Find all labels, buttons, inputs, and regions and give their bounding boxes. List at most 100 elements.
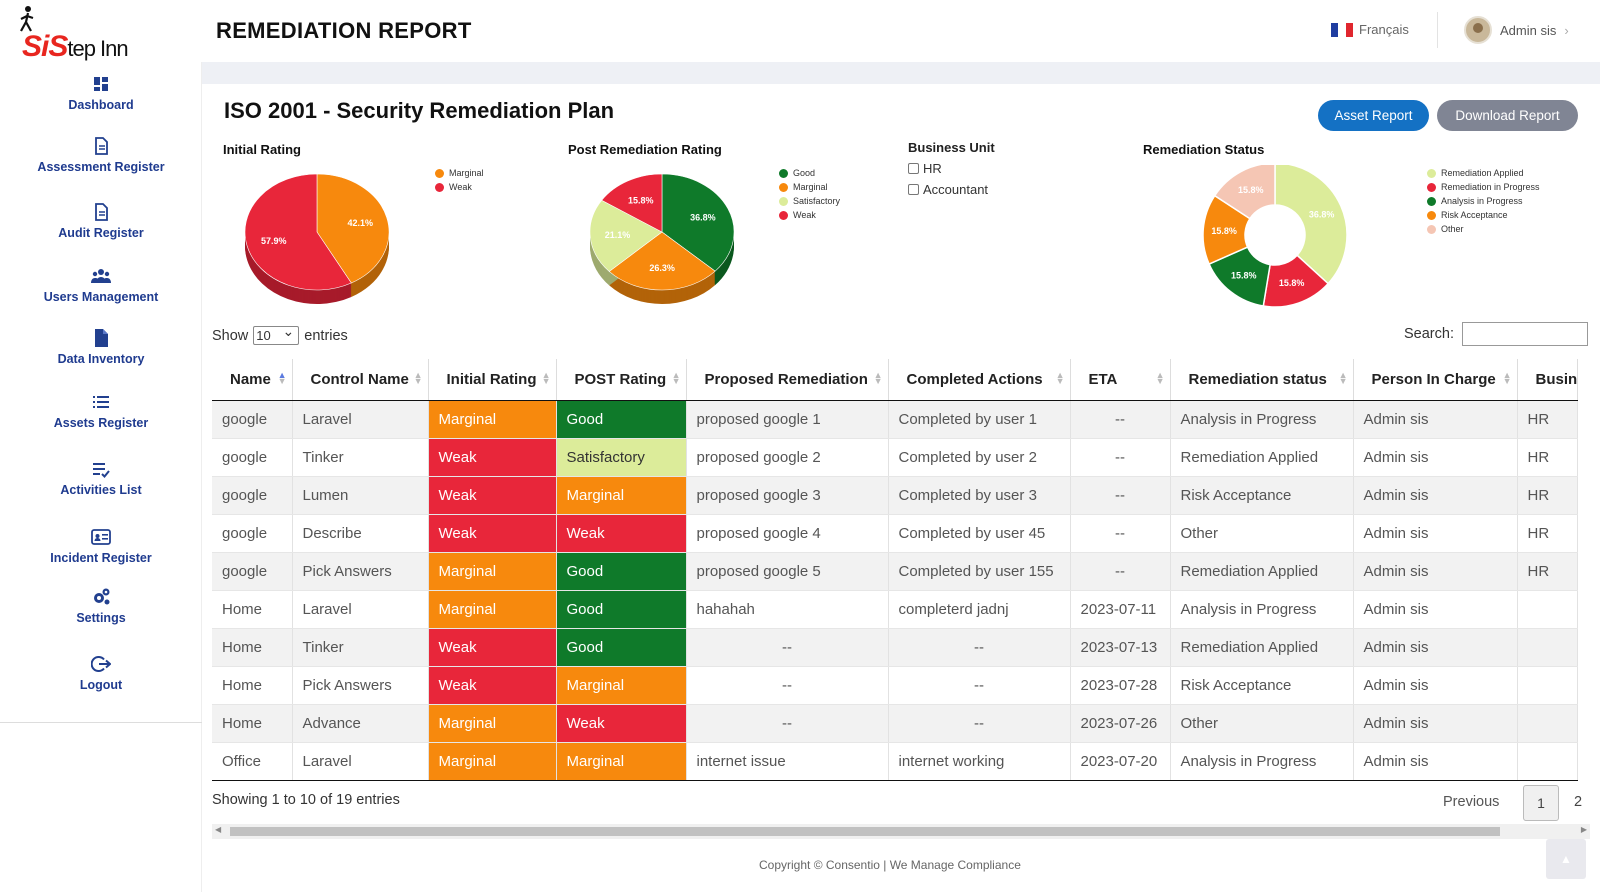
table-cell: Weak: [428, 666, 557, 705]
legend-item[interactable]: Weak: [779, 208, 840, 222]
legend-item[interactable]: Weak: [435, 180, 484, 194]
legend-color-dot: [779, 182, 788, 192]
page-2-button[interactable]: 2: [1574, 794, 1582, 810]
table-cell: Marginal: [428, 400, 557, 439]
legend-item[interactable]: Remediation Applied: [1427, 166, 1540, 180]
remediation-table: Name ▲ ▼ Control Name ▲ ▼ Initial Rating ▲ ▼ POST…: [212, 359, 1579, 781]
search-input[interactable]: [1461, 322, 1588, 346]
legend-item[interactable]: Marginal: [435, 166, 484, 180]
legend-remediation-status: Remediation Applied Remediation in Progre…: [1427, 166, 1540, 236]
legend-color-dot: [779, 196, 788, 206]
legend-item[interactable]: Marginal: [779, 180, 840, 194]
table-row[interactable]: Home Advance Marginal Weak -- -- 2023-07-26 Oth…: [212, 704, 1579, 743]
slice-data-label: 36.8%: [690, 213, 716, 223]
table-cell: Completed by user 155: [888, 552, 1071, 591]
legend-label: Risk Acceptance: [1441, 210, 1508, 220]
donut-chart-remediation-status: 36.8% 15.8% 15.8% 15.8% 15.8%: [1202, 165, 1348, 308]
legend-color-dot: [1427, 196, 1436, 206]
table-cell: --: [888, 628, 1071, 667]
scroll-left-icon[interactable]: ◀: [215, 825, 221, 834]
business-unit-option-accountant[interactable]: Accountant: [908, 182, 995, 197]
sidebar-item-dashboard[interactable]: Dashboard: [0, 74, 202, 112]
table-cell: HR: [1517, 438, 1579, 477]
table-cell: internet issue: [686, 742, 889, 781]
user-name: Admin sis: [1500, 22, 1557, 38]
table-row[interactable]: google Describe Weak Weak proposed google 4C…: [212, 514, 1579, 553]
sidebar-item-label: Settings: [76, 611, 126, 625]
column-header[interactable]: Name ▲ ▼: [212, 359, 293, 401]
table-row[interactable]: Home Tinker Weak Good -- -- 2023-07-13 Remediat…: [212, 628, 1579, 667]
table-cell: [1517, 704, 1579, 743]
scroll-right-icon[interactable]: ▶: [1581, 825, 1587, 834]
entries-select[interactable]: 10: [253, 323, 300, 345]
column-header-label: Remediation status: [1188, 370, 1327, 388]
sort-icon: ▲ ▼: [1338, 370, 1348, 386]
checkbox[interactable]: [908, 184, 919, 195]
business-unit-option-hr[interactable]: HR: [908, 161, 995, 176]
sidebar-item-label: Audit Register: [58, 226, 144, 240]
sidebar-item-label: Activities List: [60, 483, 142, 497]
horizontal-scrollbar[interactable]: ◀ ▶: [212, 824, 1590, 839]
logo[interactable]: SiStep Inn Solution: [10, 4, 195, 89]
previous-page-button[interactable]: Previous: [1443, 794, 1499, 810]
sidebar-item-assessment-register[interactable]: Assessment Register: [0, 136, 202, 174]
table-cell: Completed by user 3: [888, 476, 1071, 515]
column-header[interactable]: Completed Actions ▲ ▼: [888, 359, 1071, 401]
download-report-button[interactable]: Download Report: [1437, 100, 1578, 131]
table-row[interactable]: Office Laravel Marginal Marginal internet is…: [212, 742, 1579, 781]
checkbox[interactable]: [908, 163, 919, 174]
table-cell: Admin sis: [1353, 400, 1518, 439]
column-header[interactable]: Control Name ▲ ▼: [292, 359, 429, 401]
legend-label: Weak: [793, 210, 816, 220]
table-cell: --: [1070, 476, 1171, 515]
legend-item[interactable]: Analysis in Progress: [1427, 194, 1540, 208]
scrollbar-thumb[interactable]: [230, 827, 1500, 836]
sort-icon: ▲ ▼: [1055, 370, 1065, 386]
sidebar-item-activities-list[interactable]: Activities List: [0, 459, 202, 497]
sidebar-item-assets-register[interactable]: Assets Register: [0, 392, 202, 430]
table-cell: Good: [556, 628, 687, 667]
table-cell: 2023-07-26: [1070, 704, 1171, 743]
user-menu[interactable]: Admin sis ›: [1464, 16, 1569, 44]
column-header[interactable]: Initial Rating ▲ ▼: [428, 359, 557, 401]
table-row[interactable]: google Tinker Weak Satisfactory proposed goo…: [212, 438, 1579, 477]
column-header[interactable]: Remediation status ▲ ▼: [1170, 359, 1354, 401]
sidebar-item-incident-register[interactable]: Incident Register: [0, 527, 202, 565]
column-header[interactable]: Person In Charge ▲ ▼: [1353, 359, 1518, 401]
sidebar-item-audit-register[interactable]: Audit Register: [0, 202, 202, 240]
dashboard-icon: [94, 77, 108, 91]
legend-item[interactable]: Remediation in Progress: [1427, 180, 1540, 194]
table-cell: Admin sis: [1353, 438, 1518, 477]
sidebar-item-logout[interactable]: Logout: [0, 654, 202, 692]
list-icon: [93, 396, 109, 408]
table-cell: --: [686, 666, 889, 705]
legend-item[interactable]: Satisfactory: [779, 194, 840, 208]
table-cell: Admin sis: [1353, 590, 1518, 629]
table-row[interactable]: Home Pick Answers Weak Marginal -- -- 2023-07-…: [212, 666, 1579, 705]
page-1-button[interactable]: 1: [1523, 785, 1559, 821]
column-header[interactable]: Busin: [1517, 359, 1579, 401]
legend-item[interactable]: Other: [1427, 222, 1540, 236]
id-card-icon: [91, 529, 111, 545]
scroll-to-top-button[interactable]: ▲: [1546, 839, 1586, 879]
legend-label: Good: [793, 168, 816, 178]
column-header[interactable]: POST Rating ▲ ▼: [556, 359, 687, 401]
sidebar-item-data-inventory[interactable]: Data Inventory: [0, 328, 202, 366]
table-cell: Lumen: [292, 476, 429, 515]
table-cell: --: [888, 704, 1071, 743]
legend-item[interactable]: Risk Acceptance: [1427, 208, 1540, 222]
sidebar-item-users-management[interactable]: Users Management: [0, 266, 202, 304]
table-row[interactable]: Home Laravel Marginal Good hahahah completerd…: [212, 590, 1579, 629]
business-unit-filter: Business Unit HR Accountant: [908, 140, 995, 203]
column-header[interactable]: Proposed Remediation ▲ ▼: [686, 359, 889, 401]
sidebar-item-label: Incident Register: [50, 551, 152, 565]
language-switcher[interactable]: Français: [1331, 22, 1409, 37]
table-row[interactable]: google Pick Answers Marginal Good proposed g…: [212, 552, 1579, 591]
table-row[interactable]: google Lumen Weak Marginal proposed google 3…: [212, 476, 1579, 515]
slice-data-label: 36.8%: [1309, 209, 1335, 219]
legend-item[interactable]: Good: [779, 166, 840, 180]
column-header[interactable]: ETA ▲ ▼: [1070, 359, 1171, 401]
asset-report-button[interactable]: Asset Report: [1318, 100, 1429, 131]
sidebar-item-settings[interactable]: Settings: [0, 587, 202, 625]
table-row[interactable]: google Laravel Marginal Good proposed google…: [212, 400, 1579, 439]
